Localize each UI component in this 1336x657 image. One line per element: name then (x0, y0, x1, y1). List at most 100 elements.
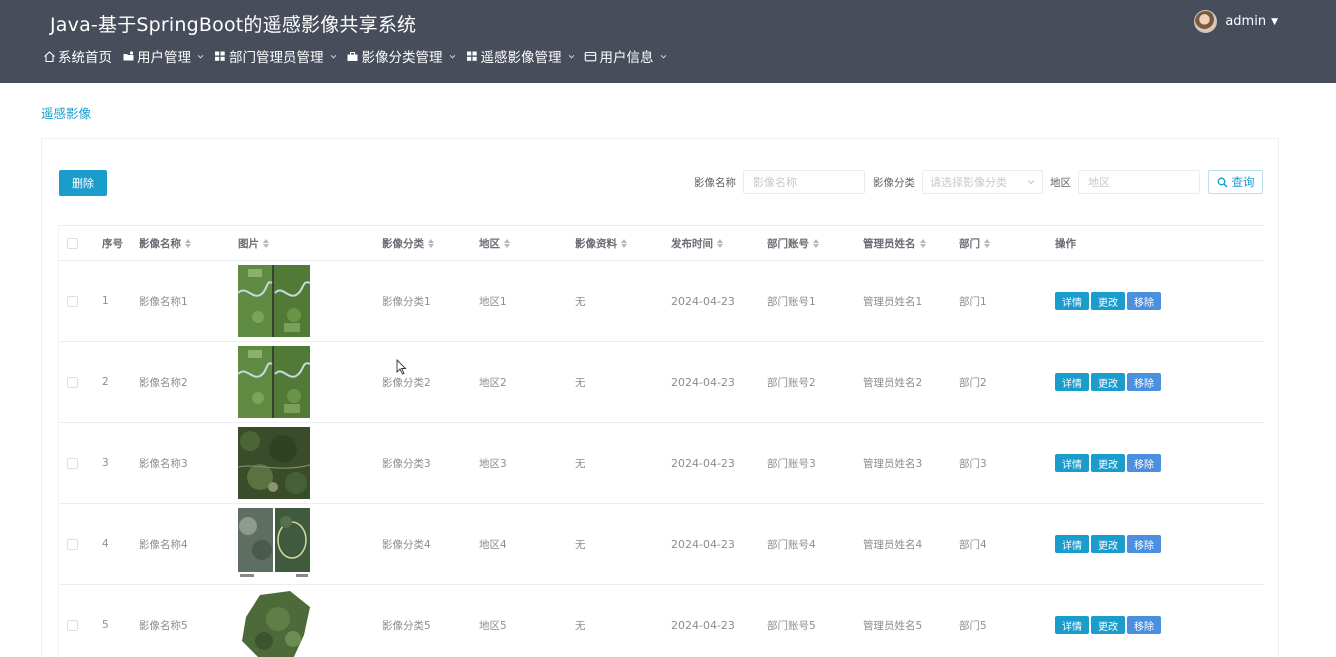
cell-index: 3 (102, 457, 109, 469)
cell-region: 地区1 (479, 295, 507, 308)
row-checkbox[interactable] (67, 619, 78, 631)
remove-button[interactable]: 移除 (1127, 616, 1161, 634)
cell-index: 4 (102, 538, 109, 550)
edit-button[interactable]: 更改 (1091, 373, 1125, 391)
column-header[interactable]: 图片 (238, 236, 269, 251)
nav-item-3[interactable]: 影像分类管理 (346, 46, 456, 66)
cell-region: 地区5 (479, 619, 507, 632)
column-header-label: 序号 (102, 237, 123, 250)
edit-button[interactable]: 更改 (1091, 616, 1125, 634)
aerial-river-image[interactable] (238, 346, 310, 418)
column-header[interactable]: 管理员姓名 (863, 236, 926, 251)
row-select-cell (67, 619, 78, 631)
cell-dept-account: 部门账号3 (767, 457, 816, 470)
cell-name: 影像名称4 (139, 538, 188, 551)
user-menu[interactable]: admin ▼ (1194, 10, 1278, 33)
remove-button[interactable]: 移除 (1127, 292, 1161, 310)
column-header-label: 管理员姓名 (863, 237, 916, 250)
column-header-label: 部门 (959, 237, 980, 250)
sort-icon[interactable] (813, 238, 819, 248)
detail-button[interactable]: 详情 (1055, 373, 1089, 391)
cell-category: 影像分类5 (382, 619, 431, 632)
row-checkbox[interactable] (67, 376, 78, 388)
nav-item-5[interactable]: 用户信息 (584, 46, 667, 66)
row-checkbox[interactable] (67, 295, 78, 307)
row-checkbox[interactable] (67, 457, 78, 469)
detail-button[interactable]: 详情 (1055, 616, 1089, 634)
cell-material: 无 (575, 295, 586, 308)
breadcrumb[interactable]: 遥感影像 (41, 103, 91, 122)
chevron-down-icon (449, 53, 456, 60)
detail-button[interactable]: 详情 (1055, 454, 1089, 472)
row-select-cell (67, 457, 78, 469)
row-select-cell (67, 295, 78, 307)
cell-date: 2024-04-23 (671, 618, 735, 632)
column-header[interactable]: 地区 (479, 236, 510, 251)
column-header[interactable]: 发布时间 (671, 236, 723, 251)
sort-icon[interactable] (185, 238, 191, 248)
sort-icon[interactable] (621, 238, 627, 248)
aerial-river-image[interactable] (238, 265, 310, 337)
cell-name: 影像名称3 (139, 457, 188, 470)
cell-name: 影像名称1 (139, 295, 188, 308)
sort-icon[interactable] (428, 238, 434, 248)
row-checkbox[interactable] (67, 538, 78, 550)
column-header[interactable]: 影像分类 (382, 236, 434, 251)
cell-dept-account: 部门账号2 (767, 376, 816, 389)
avatar[interactable] (1194, 10, 1218, 33)
sort-icon[interactable] (263, 238, 269, 248)
aerial-forest-image[interactable] (238, 427, 310, 499)
row-actions: 详情 更改 移除 (1055, 454, 1163, 472)
sort-icon[interactable] (717, 238, 723, 248)
sort-icon[interactable] (504, 238, 510, 248)
query-button[interactable]: 查询 (1208, 170, 1263, 194)
table-row[interactable]: 4 影像名称4 影像分类4 地区4 无 2024-04-23 部门账号4 管理员姓名4 部门4 详… (59, 504, 1264, 585)
cell-material: 无 (575, 376, 586, 389)
column-header[interactable]: 影像资料 (575, 236, 627, 251)
cell-region: 地区4 (479, 538, 507, 551)
edit-button[interactable]: 更改 (1091, 292, 1125, 310)
sort-icon[interactable] (984, 238, 990, 248)
nav-item-0[interactable]: 系统首页 (42, 46, 112, 66)
nav-item-2[interactable]: 部门管理员管理 (213, 46, 337, 66)
caret-down-icon[interactable]: ▼ (1271, 17, 1278, 27)
table-row[interactable]: 1 影像名称1 影像分类1 地区1 无 2024-04-23 部门账号1 管理员姓名1 部门1 详… (59, 261, 1264, 342)
nav-item-4[interactable]: 遥感影像管理 (465, 46, 575, 66)
name-search-input[interactable] (743, 170, 865, 194)
remove-button[interactable]: 移除 (1127, 535, 1161, 553)
cell-dept-account: 部门账号1 (767, 295, 816, 308)
column-header[interactable]: 影像名称 (139, 236, 191, 251)
category-select[interactable]: 请选择影像分类 (922, 170, 1043, 194)
content-card: 删除 影像名称 影像分类 请选择影像分类 地区 查询 序号影像名称图片影像分类地… (41, 138, 1279, 657)
data-table: 序号 影像名称 图片 影像分类 地区 影像资料 发布时间 部门账号 管理员姓名 部门 操作 1 影像名… (58, 225, 1264, 657)
nav-item-1[interactable]: 用户管理 (121, 46, 204, 66)
detail-button[interactable]: 详情 (1055, 292, 1089, 310)
table-row[interactable]: 3 影像名称3 影像分类3 地区3 无 2024-04-23 部门账号3 管理员姓名3 部门3 详… (59, 423, 1264, 504)
column-header-label: 影像分类 (382, 237, 424, 250)
username[interactable]: admin (1225, 14, 1266, 29)
edit-button[interactable]: 更改 (1091, 535, 1125, 553)
sort-icon[interactable] (919, 238, 926, 248)
column-header-label: 图片 (238, 237, 259, 250)
row-actions: 详情 更改 移除 (1055, 292, 1163, 310)
cell-date: 2024-04-23 (671, 294, 735, 308)
column-header[interactable]: 部门账号 (767, 236, 819, 251)
detail-button[interactable]: 详情 (1055, 535, 1089, 553)
cell-index: 5 (102, 619, 109, 631)
delete-button[interactable]: 删除 (59, 170, 107, 196)
terrain-patch-image[interactable] (238, 589, 310, 657)
remove-button[interactable]: 移除 (1127, 373, 1161, 391)
region-search-input[interactable] (1078, 170, 1200, 194)
select-all-checkbox[interactable] (67, 237, 78, 249)
row-actions: 详情 更改 移除 (1055, 535, 1163, 553)
table-body: 1 影像名称1 影像分类1 地区1 无 2024-04-23 部门账号1 管理员姓名1 部门1 详… (59, 261, 1264, 657)
table-row[interactable]: 2 影像名称2 影像分类2 地区2 无 2024-04-23 部门账号2 管理员姓名2 部门2 详… (59, 342, 1264, 423)
column-header[interactable]: 部门 (959, 236, 990, 251)
edit-button[interactable]: 更改 (1091, 454, 1125, 472)
remove-button[interactable]: 移除 (1127, 454, 1161, 472)
satellite-comparison-image[interactable] (238, 508, 310, 580)
column-header-label: 操作 (1055, 237, 1076, 250)
cell-date: 2024-04-23 (671, 537, 735, 551)
table-row[interactable]: 5 影像名称5 影像分类5 地区5 无 2024-04-23 部门账号5 管理员姓名5 部门5 详… (59, 585, 1264, 657)
cell-admin-name: 管理员姓名3 (863, 457, 923, 470)
